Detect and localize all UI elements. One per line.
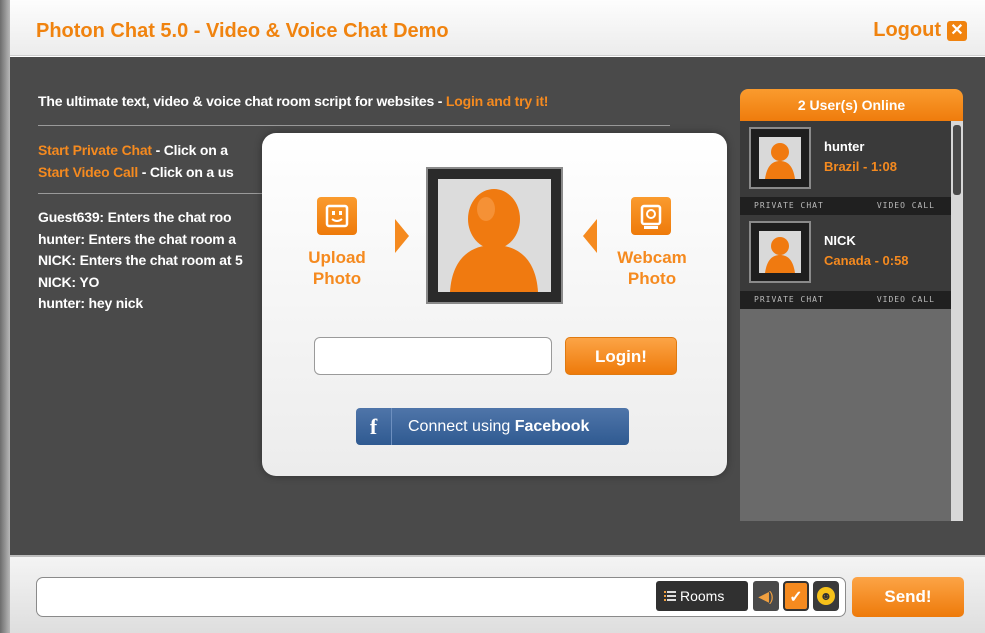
message-user: hunter: <box>38 230 85 247</box>
chat-message: NICK: YO <box>38 272 243 294</box>
message-user: hunter: <box>38 295 85 311</box>
tagline: The ultimate text, video & voice chat ro… <box>38 93 548 109</box>
logout-label: Logout <box>873 19 941 41</box>
facebook-connect-button[interactable]: f Connect using Facebook <box>356 408 629 445</box>
logout-button[interactable]: Logout ✕ <box>873 19 967 42</box>
chat-message: NICK: Enters the chat room at 5 <box>38 250 243 272</box>
users-panel: 2 User(s) Online hunter Brazil - 1:08 PR… <box>740 89 963 521</box>
footer-bar: Rooms ◀) ✓ ☻ Send! <box>10 555 985 633</box>
video-call-button[interactable]: VIDEO CALL <box>877 197 935 215</box>
window-left-edge <box>0 0 10 633</box>
login-button[interactable]: Login! <box>565 337 677 375</box>
hint-video-call: Start Video Call - Click on a us <box>38 161 234 183</box>
users-scrollbar[interactable] <box>951 121 963 521</box>
webcam-icon <box>640 204 662 229</box>
webcam-photo-button[interactable] <box>631 197 671 235</box>
hint-private-chat: Start Private Chat - Click on a <box>38 139 234 161</box>
webcam-label-line: Photo <box>627 269 677 288</box>
user-card[interactable]: NICK Canada - 0:58 PRIVATE CHAT VIDEO CA… <box>740 215 951 309</box>
chat-message: hunter: hey nick <box>38 293 243 315</box>
message-text: Enters the chat room a <box>84 230 237 247</box>
avatar <box>749 221 811 283</box>
upload-photo-button[interactable] <box>317 197 357 235</box>
chat-message: hunter: Enters the chat room a <box>38 229 243 251</box>
divider <box>38 125 670 126</box>
message-text: Enters the chat roo <box>103 209 232 225</box>
arrow-right-icon <box>395 219 409 253</box>
user-actions: PRIVATE CHAT VIDEO CALL <box>740 291 951 309</box>
user-location: Canada - 0:58 <box>824 253 909 268</box>
smiley-icon: ☻ <box>817 587 835 605</box>
user-name: hunter <box>824 139 865 154</box>
hints: Start Private Chat - Click on a Start Vi… <box>38 139 234 183</box>
message-user: NICK: <box>38 273 76 290</box>
facebook-label-brand: Facebook <box>514 417 590 435</box>
hint-text: - Click on a us <box>138 164 234 180</box>
user-location: Brazil - 1:08 <box>824 159 897 174</box>
send-button[interactable]: Send! <box>852 577 964 617</box>
profile-photo-preview <box>426 167 563 304</box>
private-chat-button[interactable]: PRIVATE CHAT <box>754 197 824 215</box>
user-silhouette-icon <box>765 143 795 179</box>
scroll-thumb[interactable] <box>953 125 961 195</box>
hint-text: - Click on a <box>151 142 228 158</box>
users-online-header: 2 User(s) Online <box>740 89 963 121</box>
avatar <box>749 127 811 189</box>
sound-toggle-button[interactable]: ◀) <box>753 581 779 611</box>
rooms-button[interactable]: Rooms <box>656 581 748 611</box>
user-silhouette-icon <box>450 189 538 292</box>
chat-log: Guest639: Enters the chat roo hunter: En… <box>38 207 243 315</box>
facebook-label: Connect using Facebook <box>392 418 589 436</box>
login-modal: Upload Photo Webcam Photo Login! f Conne… <box>262 133 727 476</box>
arrow-left-icon <box>583 219 597 253</box>
start-video-call-link[interactable]: Start Video Call <box>38 164 138 180</box>
user-silhouette-icon <box>765 237 795 273</box>
message-user: Guest639: <box>38 209 104 225</box>
chat-message: Guest639: Enters the chat roo <box>38 207 243 229</box>
webcam-photo-label: Webcam Photo <box>602 247 702 289</box>
app-title: Photon Chat 5.0 - Video & Voice Chat Dem… <box>36 20 449 42</box>
rooms-label: Rooms <box>680 588 725 604</box>
login-link[interactable]: Login and try it! <box>446 93 549 109</box>
app-window: Photon Chat 5.0 - Video & Voice Chat Dem… <box>0 0 985 633</box>
tagline-text: The ultimate text, video & voice chat ro… <box>38 93 446 109</box>
upload-photo-label: Upload Photo <box>292 247 382 289</box>
speaker-icon: ◀) <box>758 588 774 604</box>
start-private-chat-link[interactable]: Start Private Chat <box>38 142 152 158</box>
emoticons-button[interactable]: ☻ <box>813 581 839 611</box>
message-user: NICK: <box>38 252 76 268</box>
check-icon: ✓ <box>789 589 803 606</box>
message-text: Enters the chat room at 5 <box>75 252 243 268</box>
message-text: YO <box>75 273 100 290</box>
upload-face-icon <box>325 204 349 228</box>
webcam-label-line: Webcam <box>617 248 687 267</box>
facebook-label-prefix: Connect using <box>408 417 515 435</box>
upload-label-line: Upload <box>308 248 366 267</box>
user-actions: PRIVATE CHAT VIDEO CALL <box>740 197 951 215</box>
private-chat-button[interactable]: PRIVATE CHAT <box>754 291 824 309</box>
checkbox-toggle-button[interactable]: ✓ <box>783 581 809 611</box>
user-name: NICK <box>824 233 856 248</box>
video-call-button[interactable]: VIDEO CALL <box>877 291 935 309</box>
header-bar: Photon Chat 5.0 - Video & Voice Chat Dem… <box>10 0 985 56</box>
list-icon <box>664 591 676 601</box>
close-icon: ✕ <box>947 20 967 41</box>
username-input[interactable] <box>314 337 552 375</box>
upload-label-line: Photo <box>312 269 362 288</box>
user-card[interactable]: hunter Brazil - 1:08 PRIVATE CHAT VIDEO … <box>740 121 951 215</box>
facebook-icon: f <box>356 408 392 445</box>
message-text: hey nick <box>84 295 144 311</box>
